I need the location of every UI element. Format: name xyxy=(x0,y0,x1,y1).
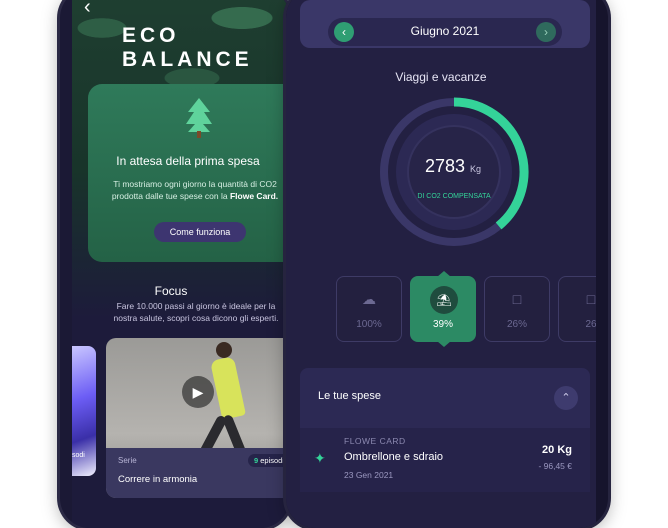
transaction-co2: 20 Kg xyxy=(542,444,572,456)
first-purchase-card: In attesa della prima spesa Ti mostriamo… xyxy=(88,84,290,262)
transaction-date: 23 Gen 2021 xyxy=(344,470,394,480)
gauge-unit: Kg xyxy=(470,164,482,174)
card-description: Ti mostriamo ogni giorno la quantità di … xyxy=(102,178,288,202)
transaction-name: Ombrellone e sdraio xyxy=(344,451,444,463)
tile-percent: 39% xyxy=(432,319,453,330)
month-label: Giugno 2021 xyxy=(410,24,480,38)
eco-balance-screen: ‹ ECO BALANCE In attesa della prima spes… xyxy=(72,0,290,528)
tile-clothing[interactable]: □ 26% xyxy=(484,276,550,342)
month-selector: ‹ Giugno 2021 › xyxy=(328,18,562,46)
how-it-works-button[interactable]: Come funziona xyxy=(154,222,246,242)
gauge-label: DI CO2 COMPENSATA xyxy=(417,193,491,200)
runner-image-body xyxy=(210,356,246,420)
back-arrow-icon[interactable]: ‹ xyxy=(84,0,91,19)
series-label: Serie xyxy=(118,456,137,465)
transaction-source: FLOWE CARD xyxy=(344,436,406,446)
card-title: In attesa della prima spesa xyxy=(116,154,260,168)
tree-icon xyxy=(186,98,212,138)
transaction-row[interactable]: ✦ FLOWE CARD Ombrellone e sdraio 23 Gen … xyxy=(300,428,590,492)
episodes-label: episodi xyxy=(260,456,284,465)
transaction-amount: - 96,45 € xyxy=(538,461,572,471)
tag-icon: ✦ xyxy=(314,450,326,466)
video-info: Serie 9 episodi Correre in armonia xyxy=(106,448,290,498)
tile-percent: 26% xyxy=(506,319,527,330)
episodes-badge: 9 episodi xyxy=(247,454,290,467)
umbrella-icon: ⛱ xyxy=(430,286,458,314)
cloud-icon: ☁ xyxy=(362,291,376,307)
runner-image-head xyxy=(216,342,232,358)
gauge-number: 2783 xyxy=(424,156,465,176)
expenses-header[interactable]: Le tue spese ⌃ xyxy=(300,368,590,428)
video-card[interactable]: ▶ Serie 9 episodi Correre in armonia xyxy=(106,338,290,498)
tile-percent: 26 xyxy=(585,319,596,330)
category-tiles: ☁ 100% ⛱ 39% □ 26% □ 26 xyxy=(336,271,596,347)
tile-notch xyxy=(437,271,451,277)
previous-card-label: sodi xyxy=(72,452,85,459)
right-phone: ‹ Giugno 2021 › Viaggi e vacanze 2783 Kg… xyxy=(286,0,608,528)
episodes-count: 9 xyxy=(253,456,259,465)
play-icon[interactable]: ▶ xyxy=(182,376,214,408)
shirt-icon: □ xyxy=(512,291,522,307)
expenses-title: Le tue spese xyxy=(318,390,381,402)
focus-description: Fare 10.000 passi al giorno è ideale per… xyxy=(113,301,279,323)
tile-weather[interactable]: ☁ 100% xyxy=(336,276,402,342)
tile-travel[interactable]: ⛱ 39% xyxy=(410,271,476,347)
left-phone: ‹ ECO BALANCE In attesa della prima spes… xyxy=(60,0,290,528)
card-description-bold: Flowe Card. xyxy=(229,191,279,201)
co2-detail-screen: ‹ Giugno 2021 › Viaggi e vacanze 2783 Kg… xyxy=(286,0,596,528)
category-title: Viaggi e vacanze xyxy=(395,70,487,84)
chevron-up-icon[interactable]: ⌃ xyxy=(554,386,578,410)
bag-icon: □ xyxy=(586,291,596,307)
tile-percent: 100% xyxy=(356,319,382,330)
tile-shopping[interactable]: □ 26 xyxy=(558,276,596,342)
month-bar: ‹ Giugno 2021 › xyxy=(300,0,590,48)
video-title: Correre in armonia xyxy=(118,474,198,485)
next-month-button[interactable]: › xyxy=(536,22,556,42)
page-title: ECO BALANCE xyxy=(122,24,253,71)
focus-title: Focus xyxy=(154,284,188,298)
tile-notch xyxy=(437,341,451,347)
gauge-value: 2783 Kg xyxy=(410,156,496,177)
